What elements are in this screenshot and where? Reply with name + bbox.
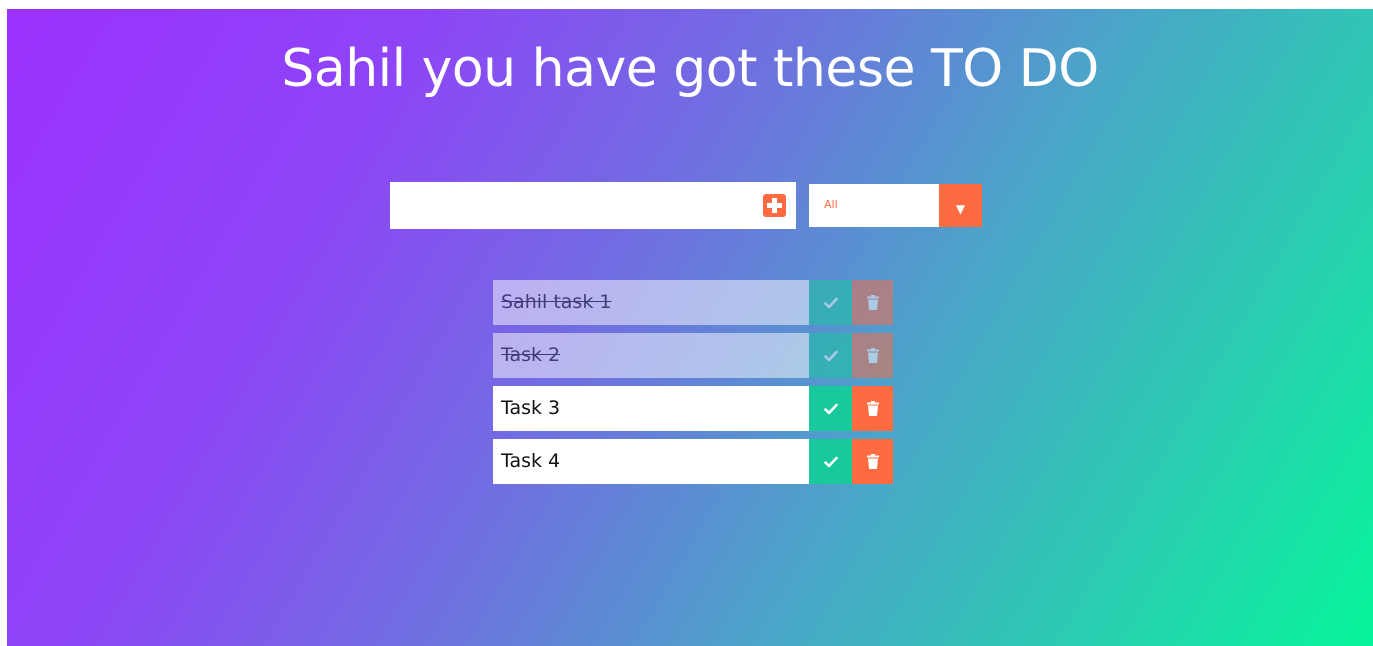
todo-input[interactable] (390, 182, 750, 229)
app-background: Sahil you have got these TO DO All ▼ Sah… (7, 9, 1373, 646)
trash-icon (866, 454, 879, 469)
caret-down-icon[interactable]: ▼ (939, 184, 982, 227)
complete-button[interactable] (809, 333, 852, 378)
delete-button[interactable] (852, 280, 893, 325)
todo-text: Task 4 (501, 450, 561, 472)
check-icon (823, 456, 838, 467)
page-title: Sahil you have got these TO DO (281, 39, 1099, 99)
trash-icon (866, 348, 879, 363)
plus-icon-bar (767, 203, 782, 208)
todo-text: Task 3 (501, 397, 561, 419)
todo-text: Sahil task 1 (501, 291, 612, 313)
filter-select[interactable]: All ▼ (809, 184, 982, 227)
todo-text: Task 2 (501, 344, 561, 366)
check-icon (823, 403, 838, 414)
todo-item: Task 4 (493, 439, 893, 484)
complete-button[interactable] (809, 386, 852, 431)
add-todo-button[interactable] (763, 194, 786, 217)
todo-item: Task 2 (493, 333, 893, 378)
todo-list: Sahil task 1 Task 2 Task 3 Task 4 (493, 280, 893, 492)
complete-button[interactable] (809, 439, 852, 484)
trash-icon (866, 401, 879, 416)
delete-button[interactable] (852, 333, 893, 378)
todo-item: Task 3 (493, 386, 893, 431)
delete-button[interactable] (852, 439, 893, 484)
complete-button[interactable] (809, 280, 852, 325)
delete-button[interactable] (852, 386, 893, 431)
todo-form (390, 182, 796, 229)
trash-icon (866, 295, 879, 310)
todo-item: Sahil task 1 (493, 280, 893, 325)
filter-selected-value: All (824, 198, 838, 211)
check-icon (823, 297, 838, 308)
check-icon (823, 350, 838, 361)
